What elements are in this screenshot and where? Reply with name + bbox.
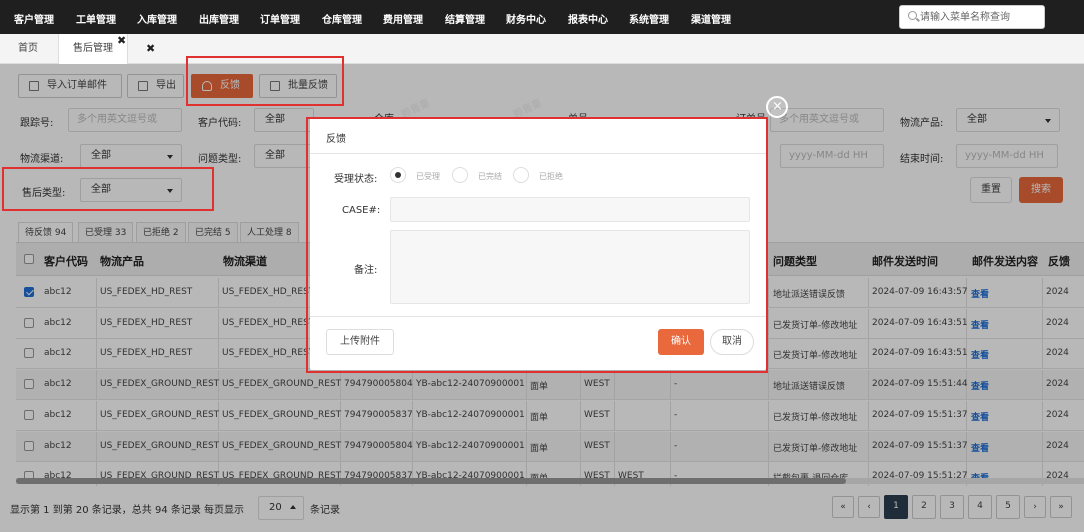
menu-search-box[interactable] [899,5,1045,29]
tab-close-icon[interactable]: ✖ [117,26,126,56]
menu-outbound-management[interactable]: 出库管理 [199,11,239,26]
tab-after-sales[interactable]: 售后管理 ✖ [58,34,128,64]
menu-fee-management[interactable]: 费用管理 [383,11,423,26]
page-tab-bar: 首页 售后管理 ✖ ✖ [0,34,1084,64]
menu-finance-center[interactable]: 财务中心 [506,11,546,26]
menu-channel-management[interactable]: 渠道管理 [691,11,731,26]
menu-search-input[interactable] [920,9,1040,25]
menu-ticket-management[interactable]: 工单管理 [76,11,116,26]
menu-system-management[interactable]: 系统管理 [629,11,669,26]
search-icon [908,11,917,20]
tab-home-label: 首页 [18,43,38,54]
close-icon: × [772,99,783,114]
highlight-box-feedback-buttons [186,56,344,106]
highlight-box-feedback-dialog [306,117,768,373]
menu-report-center[interactable]: 报表中心 [568,11,608,26]
menu-customer-management[interactable]: 客户管理 [14,11,54,26]
tab-after-sales-label: 售后管理 [73,43,113,54]
highlight-box-after-sales-type [2,167,214,211]
modal-close-button[interactable]: × [766,96,788,118]
menu-order-management[interactable]: 订单管理 [260,11,300,26]
menu-settlement-management[interactable]: 结算管理 [445,11,485,26]
menu-warehouse-management[interactable]: 仓库管理 [322,11,362,26]
tab-home[interactable]: 首页 [18,34,48,64]
top-navigation-bar: 客户管理 工单管理 入库管理 出库管理 订单管理 仓库管理 费用管理 结算管理 … [0,0,1084,34]
close-all-icon: ✖ [146,42,156,55]
menu-inbound-management[interactable]: 入库管理 [137,11,177,26]
close-all-tabs-button[interactable]: ✖ [146,34,160,64]
